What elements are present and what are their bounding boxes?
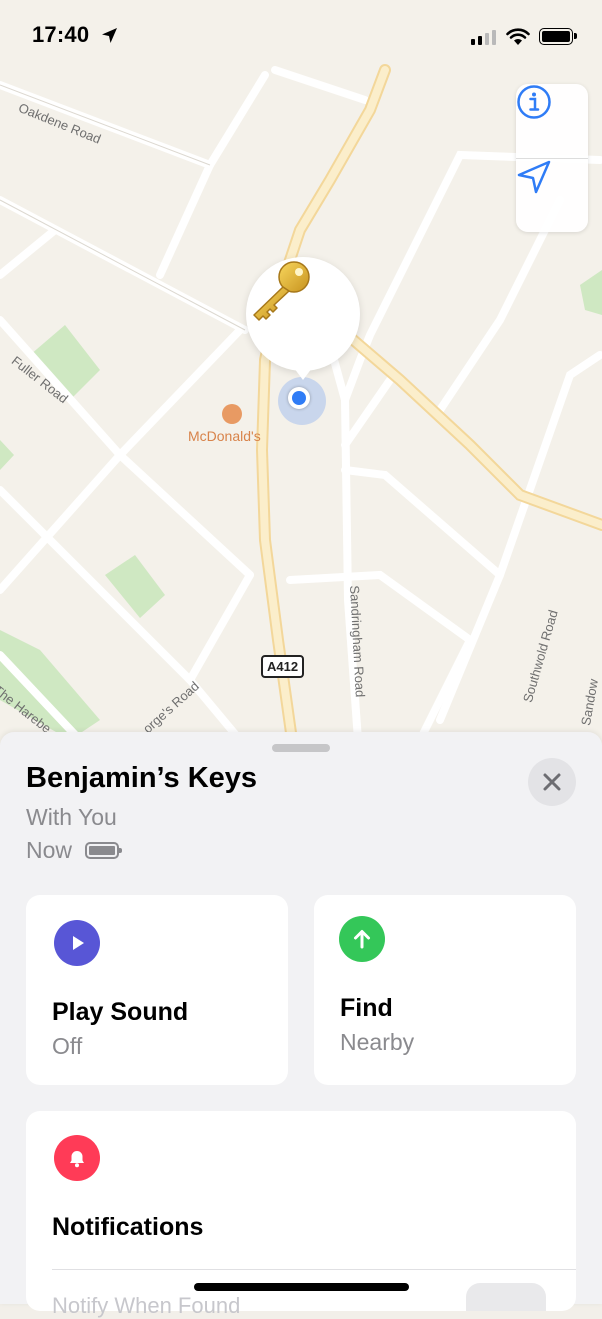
notifications-card: Notifications Notify When Found [26,1111,576,1318]
home-indicator[interactable] [194,1283,409,1291]
item-status: With You [26,804,117,830]
sheet-grabber[interactable] [272,744,330,752]
find-label: Find [340,994,393,1022]
item-battery-icon [85,842,122,859]
map-controls [516,84,588,232]
item-name: Benjamin’s Keys [26,762,258,794]
item-location-pin[interactable] [246,257,360,380]
notifications-divider [52,1269,576,1270]
road-shield-a412: A412 [261,655,305,678]
find-nearby-card[interactable]: Find Nearby [314,895,576,1085]
cellular-signal-icon [471,30,496,45]
arrow-up-icon [339,916,385,962]
track-location-button[interactable] [516,159,588,233]
location-services-icon [102,28,117,43]
map-label-mcdonalds[interactable]: McDonald's [188,428,261,444]
play-sound-label: Play Sound [52,998,189,1026]
info-icon [517,85,551,119]
wifi-icon [506,28,530,45]
map-view[interactable]: Oakdene Road Fuller Road McDonald's Sand… [0,0,602,760]
status-time: 17:40 [32,22,90,47]
notify-when-found-toggle[interactable] [466,1283,546,1311]
map-info-button[interactable] [516,84,588,158]
item-last-seen: Now [26,837,73,863]
find-sub-label: Nearby [340,1029,415,1055]
location-arrow-icon [517,160,551,194]
battery-icon [539,28,577,45]
play-sound-status: Off [52,1033,83,1059]
play-sound-card[interactable]: Play Sound Off [26,895,288,1085]
notifications-label: Notifications [52,1213,204,1241]
bell-icon [54,1135,100,1181]
current-location-dot [288,387,310,409]
item-detail-sheet: Benjamin’s Keys With You Now Play Sound … [0,732,602,1318]
status-bar: 17:40 [0,0,602,72]
key-icon [253,261,310,321]
notify-when-found-label: Notify When Found [52,1293,241,1318]
close-button[interactable] [528,758,576,806]
play-icon [54,920,100,966]
close-icon [543,773,561,791]
